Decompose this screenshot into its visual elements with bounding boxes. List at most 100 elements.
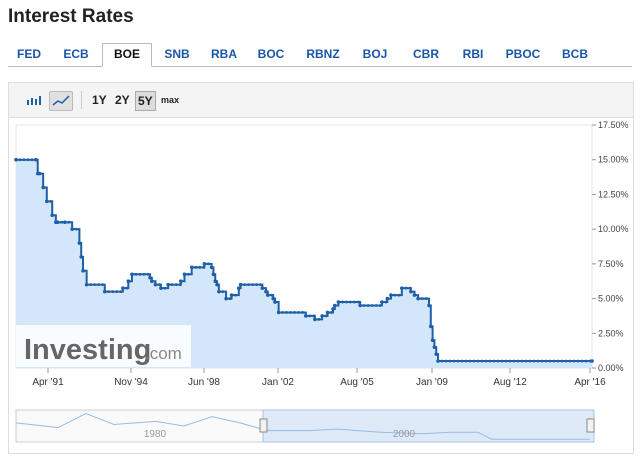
rate-marker [556,359,560,363]
rate-point [409,289,413,294]
rate-point [436,359,440,363]
rate-point [77,241,82,245]
rate-marker [30,158,34,162]
rate-point [153,282,158,287]
rate-marker [520,359,524,363]
rate-point [332,303,337,308]
rate-point [215,282,219,287]
rate-point [213,279,218,284]
rate-marker [221,290,225,294]
x-tick-label: Apr '91 [32,377,64,388]
rate-marker [324,314,328,318]
rate-marker [488,359,492,363]
rate-point [238,282,243,287]
rate-point [37,171,42,176]
rate-point [428,324,433,329]
rate-marker [370,304,374,307]
rate-point [121,286,125,290]
rate-marker [22,158,26,162]
rate-marker [544,359,548,363]
rate-point [389,293,393,297]
rate-marker [26,158,30,162]
rate-marker [202,265,206,269]
rate-point [276,310,281,315]
rate-point [434,352,439,356]
rate-point [150,279,154,284]
rate-marker [532,359,536,363]
x-tick-label: Jan '09 [416,377,448,388]
rate-marker [158,283,161,287]
rate-point [427,303,431,308]
watermark-logo: Investing [24,334,151,366]
rate-marker [89,283,93,287]
rate-marker [308,314,312,318]
rate-marker [456,359,460,363]
rate-marker [460,359,464,363]
rate-point [320,314,324,318]
rate-point [55,220,60,224]
rate-marker [572,359,576,363]
rate-marker [508,359,512,363]
rate-marker [397,293,401,297]
y-tick-label: 15.00% [598,155,629,165]
rate-point [336,300,341,304]
rate-point [50,213,55,218]
y-tick-label: 10.00% [598,224,629,234]
rate-marker [111,290,115,294]
rate-marker [584,359,588,363]
rate-marker [464,359,468,363]
rate-marker [297,311,301,314]
rate-marker [560,359,564,363]
rate-marker [424,297,428,300]
rate-point [14,157,18,162]
rate-marker [345,300,348,304]
rate-marker [568,359,572,363]
rate-marker [206,262,210,266]
rate-point [416,296,420,301]
rate-point [229,293,234,297]
rate-marker [259,283,263,287]
y-tick-label: 0.00% [598,363,624,373]
rate-marker [404,286,408,290]
rate-marker [234,293,237,297]
rate-marker [125,286,129,290]
rate-marker [67,220,71,224]
rate-point [130,272,134,277]
rate-point [432,345,437,349]
rate-marker [420,297,424,300]
rate-marker [115,290,119,294]
rate-point [430,338,435,343]
rate-marker [187,272,190,276]
y-tick-label: 7.50% [598,259,624,269]
rate-marker [357,300,360,304]
rate-marker [366,304,370,307]
rate-point [217,289,221,294]
x-tick-label: Jun '98 [188,377,220,388]
rate-marker [330,311,333,314]
rate-marker [243,283,247,287]
rate-point [358,303,362,308]
navigator-left-handle[interactable] [259,418,268,433]
rate-marker [552,359,556,363]
rate-marker [228,297,232,300]
navigator-right-handle[interactable] [586,418,595,433]
rate-point [159,286,163,290]
rate-point [224,296,228,301]
rate-marker [353,300,356,304]
rate-marker [93,283,97,287]
rate-marker [580,359,584,363]
rate-marker [480,359,484,363]
rate-marker [536,359,540,363]
rate-marker [384,300,388,304]
rate-point [182,272,187,277]
rate-point [126,279,131,284]
rate-marker [163,286,167,290]
rate-point [265,293,270,297]
rate-marker [440,359,444,363]
rate-marker [496,359,500,363]
rate-marker [247,283,251,287]
rate-marker [289,311,293,314]
rate-marker [107,290,111,294]
rate-point [209,265,214,270]
rate-chart: 0.00% 2.50% 5.00% 7.50% 10.00% 12.50% 15.00% 17… [14,120,629,443]
